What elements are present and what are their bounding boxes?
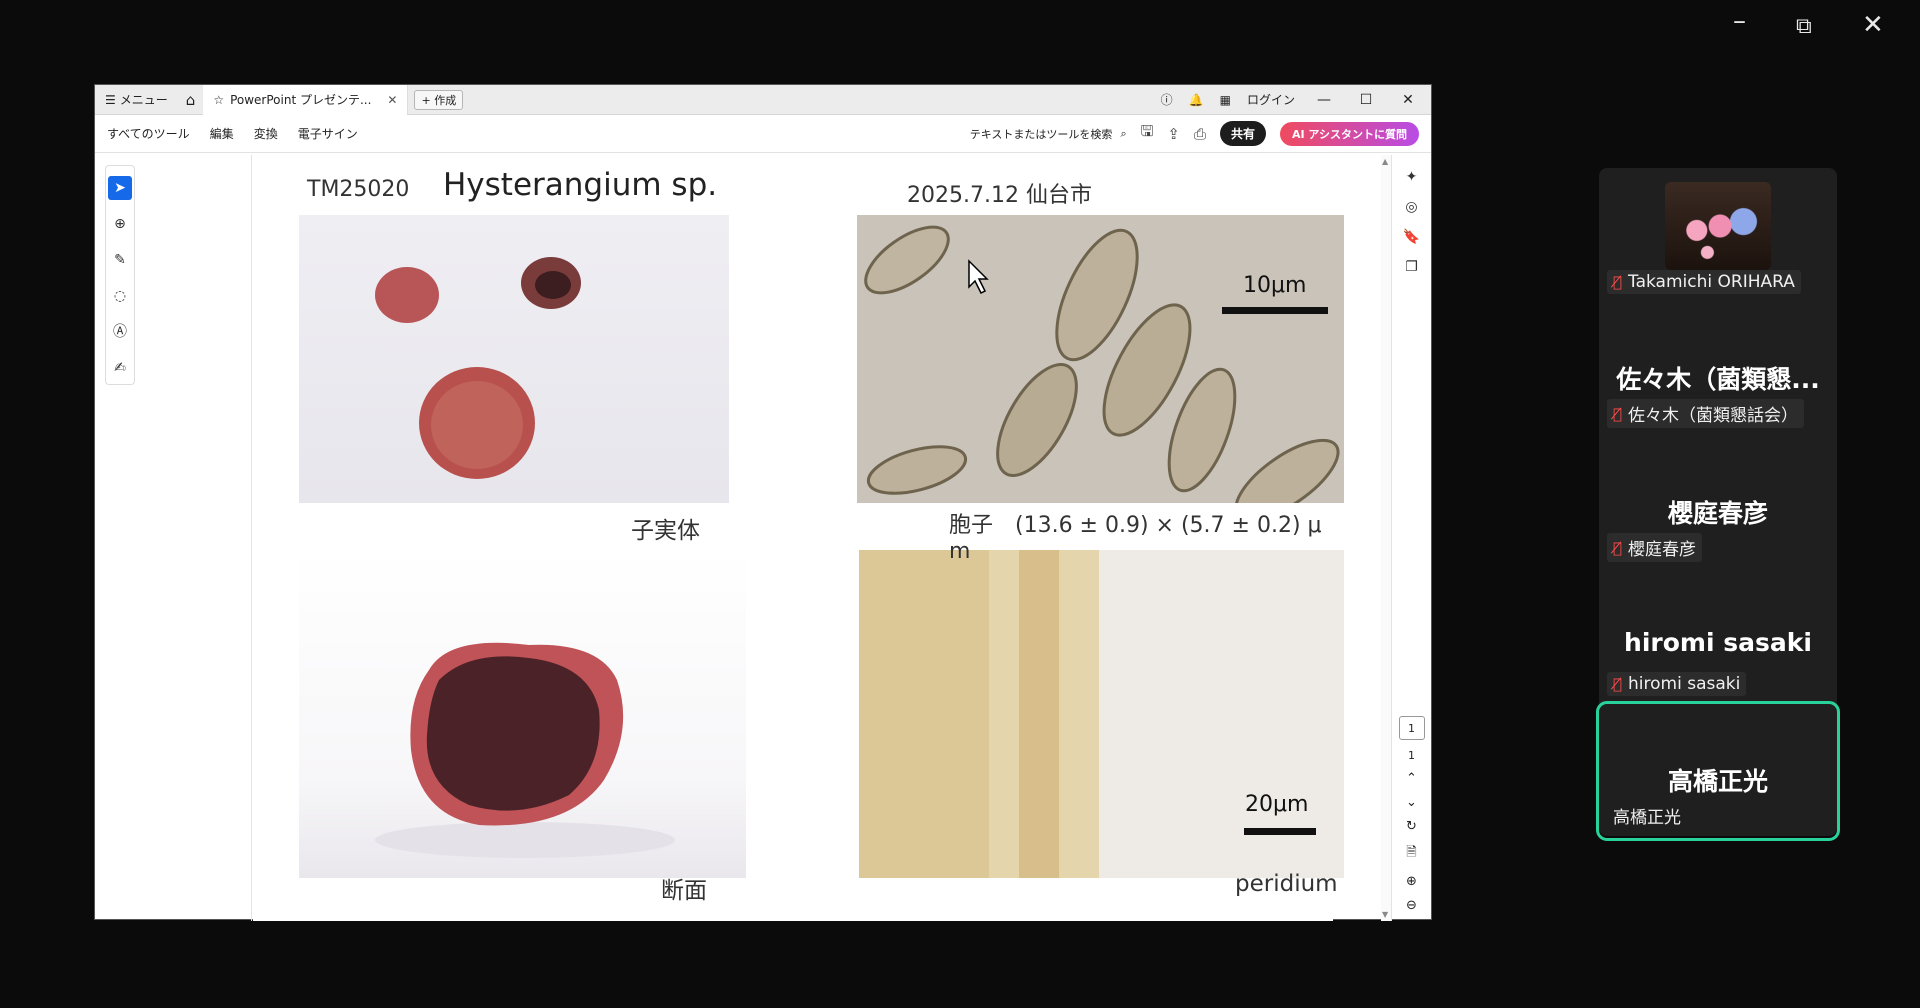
save-icon[interactable]: 🖫	[1141, 121, 1154, 146]
prev-page-icon[interactable]: ⌃	[1406, 771, 1417, 786]
window-minimize-icon[interactable]: —	[1311, 92, 1337, 108]
next-page-icon[interactable]: ⌄	[1406, 795, 1417, 810]
help-icon[interactable]: ⓘ	[1161, 91, 1173, 108]
sign-icon[interactable]: ✍	[108, 356, 132, 380]
apps-icon[interactable]: ▦	[1220, 93, 1231, 107]
menu-convert[interactable]: 変換	[254, 125, 278, 142]
participant-tile[interactable]: 🎙̸ Takamichi ORIHARA	[1599, 168, 1837, 302]
close-tab-icon[interactable]: ✕	[387, 93, 397, 107]
ai-assistant-button[interactable]: AI アシスタントに質問	[1280, 121, 1419, 146]
window-maximize-icon[interactable]: ☐	[1353, 92, 1379, 108]
participant-label: 高橋正光	[1607, 801, 1687, 830]
bell-icon[interactable]: 🔔	[1189, 93, 1204, 107]
lasso-icon[interactable]: ◌	[108, 284, 132, 308]
share-button[interactable]: 共有	[1219, 121, 1266, 146]
annotation-toolbar: ➤ ⊕ ✎ ◌ Ⓐ ✍	[105, 165, 135, 385]
text-select-icon[interactable]: Ⓐ	[108, 320, 132, 344]
select-tool-icon[interactable]: ➤	[108, 176, 132, 200]
minimize-icon[interactable]: –	[1733, 6, 1746, 36]
participant-tile[interactable]: 櫻庭春彦 🎙̸ 櫻庭春彦	[1599, 436, 1837, 570]
document-tab[interactable]: ☆ PowerPoint プレゼンテ... ✕	[203, 84, 409, 115]
new-tab-button[interactable]: + 作成	[414, 89, 464, 110]
peridium-photo: 20μm	[859, 550, 1344, 878]
participant-display-name: 高橋正光	[1667, 767, 1768, 796]
participant-tile[interactable]: hiromi sasaki 🎙̸ hiromi sasaki	[1599, 570, 1837, 704]
participant-display-name: hiromi sasaki	[1624, 628, 1812, 657]
search-label: テキストまたはツールを検索	[969, 127, 1113, 141]
participants-panel: 🎙̸ Takamichi ORIHARA 佐々木（菌類懇... 🎙̸ 佐々木（菌…	[1596, 168, 1840, 841]
vertical-scrollbar[interactable]: ▲ ▼	[1381, 155, 1391, 921]
participant-name: 佐々木（菌類懇話会）	[1628, 406, 1799, 426]
caption-spore: 胞子 (13.6 ± 0.9) × (5.7 ± 0.2) μ m	[949, 513, 1322, 564]
ai-summary-icon[interactable]: ✦	[1406, 169, 1418, 185]
participant-display-name: 佐々木（菌類懇...	[1616, 365, 1820, 394]
menu-edit[interactable]: 編集	[210, 125, 234, 142]
window-close-icon[interactable]: ✕	[1395, 92, 1421, 108]
participant-tile[interactable]: 佐々木（菌類懇... 🎙̸ 佐々木（菌類懇話会）	[1599, 302, 1837, 436]
menu-label: メニュー	[119, 93, 168, 107]
close-icon[interactable]: ✕	[1862, 10, 1884, 40]
search-icon: ⌕	[1120, 126, 1127, 140]
comment-icon[interactable]: ⊕	[108, 212, 132, 236]
participant-tile-active-speaker[interactable]: 高橋正光 高橋正光	[1596, 701, 1840, 841]
print-icon[interactable]: ⎙	[1194, 125, 1206, 143]
caption-fruitbody: 子実体	[631, 518, 700, 544]
date-place: 2025.7.12 仙台市	[907, 183, 1092, 208]
mic-muted-icon: 🎙̸	[1613, 675, 1623, 693]
spore-scale-label: 10μm	[1243, 273, 1307, 298]
menu-esign[interactable]: 電子サイン	[298, 125, 358, 142]
participant-display-name: 櫻庭春彦	[1667, 499, 1768, 528]
participant-label: 🎙̸ Takamichi ORIHARA	[1607, 270, 1801, 294]
participant-label: 🎙̸ hiromi sasaki	[1607, 672, 1747, 696]
restore-icon[interactable]: ⧉	[1796, 14, 1812, 39]
comments-icon[interactable]: ◎	[1405, 199, 1417, 215]
fruitbody-photo	[299, 215, 729, 503]
scroll-up-icon[interactable]: ▲	[1382, 157, 1388, 166]
mic-muted-icon: 🎙̸	[1613, 404, 1623, 423]
login-button[interactable]: ログイン	[1247, 91, 1295, 108]
slide-title: Hysterangium sp.	[443, 167, 718, 203]
browser-tabbar: ☰ メニュー ⌂ ☆ PowerPoint プレゼンテ... ✕ + 作成 ⓘ 🔔…	[95, 84, 1431, 115]
page-info-icon[interactable]: 🗎	[1406, 843, 1416, 865]
pages-icon[interactable]: ❐	[1405, 259, 1418, 275]
participant-label: 🎙̸ 櫻庭春彦	[1607, 533, 1703, 562]
hamburger-icon: ☰	[105, 92, 116, 107]
home-icon[interactable]: ⌂	[178, 91, 204, 109]
caption-peridium: peridium	[1235, 871, 1338, 897]
search-tools[interactable]: テキストまたはツールを検索 ⌕	[970, 126, 1127, 142]
menu-all-tools[interactable]: すべてのツール	[107, 125, 190, 142]
participant-name: Takamichi ORIHARA	[1628, 272, 1795, 292]
upload-icon[interactable]: ⇪	[1167, 125, 1180, 143]
zoom-out-icon[interactable]: ⊖	[1406, 898, 1417, 913]
participant-label: 🎙̸ 佐々木（菌類懇話会）	[1607, 399, 1805, 428]
pen-icon[interactable]: ✎	[108, 248, 132, 272]
scroll-down-icon[interactable]: ▼	[1382, 910, 1388, 919]
peridium-scale-label: 20μm	[1245, 792, 1309, 817]
participant-name: 高橋正光	[1613, 808, 1681, 828]
section-photo	[299, 550, 746, 878]
star-icon[interactable]: ☆	[213, 93, 224, 107]
new-tab-label: 作成	[434, 93, 457, 107]
caption-section: 断面	[661, 878, 707, 904]
zoom-in-icon[interactable]: ⊕	[1406, 874, 1417, 889]
mic-muted-icon: 🎙̸	[1613, 538, 1623, 557]
menu-button[interactable]: ☰ メニュー	[95, 91, 178, 108]
shared-screen: ☰ メニュー ⌂ ☆ PowerPoint プレゼンテ... ✕ + 作成 ⓘ 🔔…	[94, 84, 1432, 921]
participant-name: 櫻庭春彦	[1628, 540, 1697, 560]
page-total: 1	[1408, 749, 1415, 762]
divider	[251, 155, 252, 921]
spore-photo: 10μm	[857, 215, 1344, 503]
rotate-icon[interactable]: ↻	[1406, 819, 1417, 834]
tab-title: PowerPoint プレゼンテ...	[230, 93, 372, 107]
slide-page: TM25020 Hysterangium sp. 2025.7.12 仙台市 1…	[253, 155, 1344, 921]
right-sidebar: ✦ ◎ 🔖 ❐ 1 1 ⌃ ⌄ ↻ 🗎 ⊕ ⊖	[1391, 155, 1431, 921]
mic-muted-icon: 🎙̸	[1613, 273, 1623, 291]
avatar	[1665, 182, 1771, 270]
participant-name: hiromi sasaki	[1628, 674, 1741, 694]
bookmark-icon[interactable]: 🔖	[1403, 229, 1420, 245]
app-toolbar: すべてのツール 編集 変換 電子サイン テキストまたはツールを検索 ⌕ 🖫 ⇪ …	[95, 115, 1431, 153]
page-number-input[interactable]: 1	[1398, 716, 1425, 740]
specimen-id: TM25020	[307, 177, 410, 202]
